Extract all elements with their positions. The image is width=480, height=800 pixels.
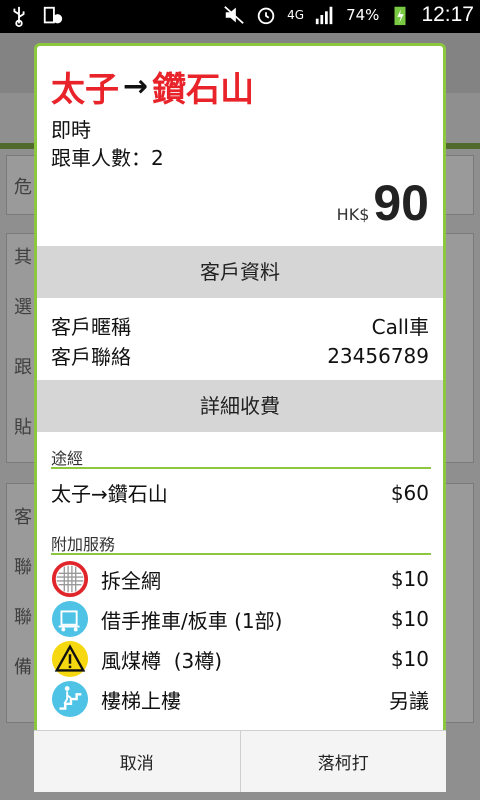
service-price: $10	[390, 567, 429, 591]
route-to: 鑽石山	[152, 70, 255, 110]
charges-section-header: 詳細收費	[37, 380, 443, 432]
customer-contact-row: 客戶聯絡 23456789	[51, 341, 429, 370]
background-text: 聯	[14, 607, 32, 628]
mute-icon	[224, 6, 244, 24]
route-sub-label: 途經	[51, 449, 84, 468]
dialog-button-bar: 取消 落柯打	[34, 730, 446, 792]
warning-icon	[51, 640, 89, 678]
order-summary-dialog: 太子 → 鑽石山 即時 跟車人數：2 HK$ 90 客戶資料 客戶暱稱 Call…	[34, 43, 446, 791]
background-text: 危	[14, 177, 32, 198]
screenshot-icon	[43, 6, 63, 24]
route-from: 太子	[51, 70, 119, 110]
customer-section-header: 客戶資料	[37, 246, 443, 298]
divider	[51, 467, 431, 469]
extra-services-label: 附加服務	[51, 535, 116, 554]
service-price: $10	[390, 607, 429, 631]
cancel-button[interactable]: 取消	[34, 731, 240, 792]
customer-name-row: 客戶暱稱 Call車	[51, 311, 429, 340]
background-text: 其	[14, 247, 32, 268]
customer-name-value: Call車	[371, 315, 429, 339]
background-text: 客	[14, 507, 32, 528]
background-text: 選	[14, 297, 32, 318]
background-text: 跟	[14, 357, 32, 378]
route-charge-row: 太子→鑽石山 $60	[51, 478, 429, 507]
service-row: 樓梯上樓 另議	[51, 680, 429, 718]
net-removal-icon	[51, 560, 89, 598]
stairs-icon	[51, 680, 89, 718]
service-row: 拆全網 $10	[51, 560, 429, 598]
timing-text: 即時	[51, 118, 91, 142]
battery-percent: 74%	[346, 6, 380, 24]
divider	[51, 553, 431, 555]
currency-label: HK$	[336, 205, 370, 224]
service-label: 拆全網	[101, 568, 161, 593]
total-price: HK$ 90	[337, 174, 429, 232]
service-label: 樓梯上樓	[101, 688, 181, 713]
place-order-button[interactable]: 落柯打	[239, 731, 447, 792]
service-row: 借手推車/板車 (1部) $10	[51, 600, 429, 638]
route-charge-label: 太子→鑽石山	[51, 482, 168, 506]
customer-name-label: 客戶暱稱	[51, 315, 131, 339]
service-price: $10	[390, 647, 429, 671]
service-price: 另議	[389, 688, 429, 713]
route-title: 太子 → 鑽石山	[51, 62, 254, 111]
background-text: 貼	[14, 417, 32, 438]
battery-charging-icon	[394, 6, 406, 26]
service-row: 風煤樽 (3樽) $10	[51, 640, 429, 678]
service-label: 借手推車/板車 (1部)	[101, 608, 283, 633]
clock: 12:17	[421, 3, 474, 26]
alarm-icon	[257, 7, 275, 25]
usb-icon	[13, 6, 25, 27]
customer-contact-value: 23456789	[327, 343, 429, 368]
route-charge-price: $60	[390, 480, 429, 505]
route-arrow: →	[123, 69, 149, 104]
network-type: 4G	[287, 8, 305, 22]
signal-icon	[315, 6, 333, 25]
background-text: 備	[14, 657, 32, 678]
customer-contact-label: 客戶聯絡	[51, 345, 131, 369]
passenger-count: 跟車人數：2	[51, 146, 164, 170]
price-value: 90	[373, 175, 429, 231]
trolley-icon	[51, 600, 89, 638]
background-text: 聯	[14, 557, 32, 578]
service-label: 風煤樽 (3樽)	[101, 648, 223, 673]
status-bar: 4G 74% 12:17	[0, 0, 480, 33]
